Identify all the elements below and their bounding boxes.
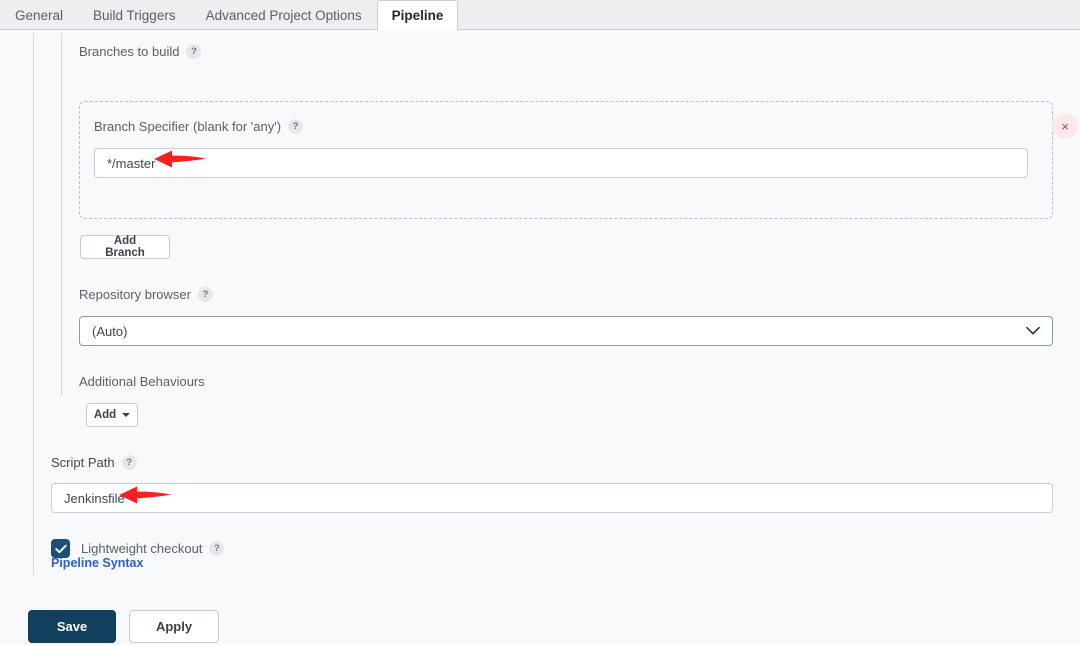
help-icon-branch-specifier[interactable]: ?: [288, 119, 304, 134]
caret-down-icon: [122, 413, 131, 417]
tab-build-triggers[interactable]: Build Triggers: [78, 0, 191, 31]
branch-specifier-text: Branch Specifier (blank for 'any'): [94, 119, 282, 134]
save-button[interactable]: Save: [28, 610, 116, 643]
form-nesting-guide-inner: [61, 33, 62, 396]
lightweight-checkout-text: Lightweight checkout: [81, 541, 203, 556]
branch-entry-block: Branch Specifier (blank for 'any') ? ×: [79, 101, 1078, 219]
repository-browser-select[interactable]: (Auto): [79, 316, 1053, 346]
repository-browser-text: Repository browser: [79, 287, 191, 302]
additional-behaviours-label: Additional Behaviours: [79, 374, 205, 389]
tab-bar: General Build Triggers Advanced Project …: [0, 0, 1080, 31]
remove-branch-button[interactable]: ×: [1052, 113, 1078, 139]
branches-to-build-label: Branches to build ?: [79, 44, 202, 59]
pipeline-syntax-link[interactable]: Pipeline Syntax: [51, 556, 143, 570]
branch-specifier-label: Branch Specifier (blank for 'any') ?: [94, 119, 304, 134]
help-icon-repository-browser[interactable]: ?: [198, 287, 213, 302]
lightweight-checkout-label: Lightweight checkout ?: [81, 541, 225, 556]
tab-advanced-project-options-label: Advanced Project Options: [205, 8, 362, 23]
check-icon: [54, 544, 67, 553]
tab-build-triggers-label: Build Triggers: [93, 8, 176, 23]
apply-button[interactable]: Apply: [129, 610, 219, 643]
additional-behaviours-text: Additional Behaviours: [79, 374, 205, 389]
tab-pipeline-label: Pipeline: [391, 8, 444, 23]
tab-pipeline[interactable]: Pipeline: [376, 0, 459, 31]
tab-advanced-project-options[interactable]: Advanced Project Options: [191, 0, 377, 31]
script-path-input[interactable]: [51, 483, 1053, 513]
branches-to-build-text: Branches to build: [79, 44, 180, 59]
repository-browser-select-wrap: (Auto): [79, 316, 1053, 346]
script-path-label: Script Path ?: [51, 455, 137, 470]
tab-list: General Build Triggers Advanced Project …: [0, 0, 459, 31]
help-icon-branches-to-build[interactable]: ?: [186, 44, 202, 59]
pipeline-config-form: Branches to build ? Branch Specifier (bl…: [0, 31, 1080, 645]
additional-behaviours-add-label: Add: [93, 409, 117, 421]
repository-browser-label: Repository browser ?: [79, 287, 213, 302]
help-icon-lightweight-checkout[interactable]: ?: [209, 541, 225, 556]
repository-browser-selected-value: (Auto): [92, 323, 128, 339]
branch-specifier-input[interactable]: [94, 148, 1028, 178]
add-branch-button[interactable]: Add Branch: [80, 235, 170, 259]
additional-behaviours-add-button[interactable]: Add: [86, 403, 138, 427]
form-nesting-guide-outer: [33, 33, 34, 575]
script-path-text: Script Path: [51, 455, 115, 470]
tab-general[interactable]: General: [0, 0, 78, 31]
tab-general-label: General: [15, 8, 64, 23]
help-icon-script-path[interactable]: ?: [121, 455, 137, 470]
